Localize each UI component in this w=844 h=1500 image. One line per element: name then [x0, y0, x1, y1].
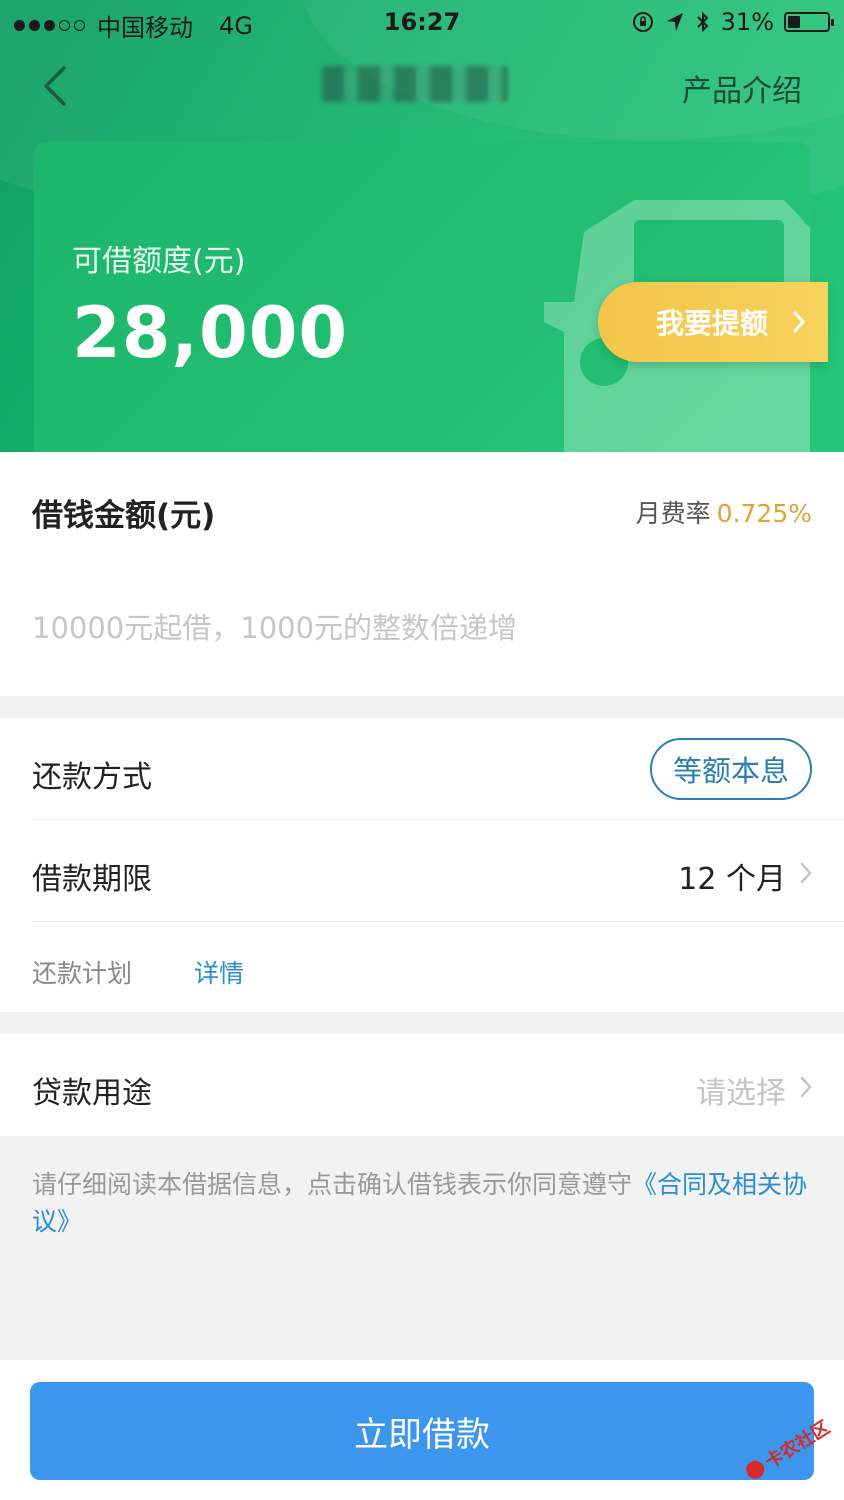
monthly-rate-value: 0.725% [716, 499, 812, 528]
repayment-plan-row: 还款计划 详情 [32, 922, 844, 1012]
rotation-lock-icon [632, 12, 653, 32]
borrow-now-button[interactable]: 立即借款 [30, 1382, 814, 1480]
back-arrow-icon[interactable] [36, 62, 76, 110]
loan-amount-input[interactable] [32, 602, 812, 654]
repayment-plan-label: 还款计划 [32, 959, 133, 988]
chevron-right-icon [800, 862, 812, 884]
loan-amount-title: 借钱金额(元) [32, 498, 216, 534]
product-intro-link[interactable]: 产品介绍 [682, 66, 802, 110]
status-bar: 中国移动 4G 16:27 31% [0, 0, 844, 44]
agreement-text: 请仔细阅读本借据信息，点击确认借钱表示你同意遵守 [32, 1170, 633, 1199]
monthly-rate-label: 月费率 [635, 499, 711, 528]
chevron-right-icon [800, 1076, 812, 1098]
loan-term-row[interactable]: 借款期限 12 个月 [32, 820, 844, 922]
chevron-right-icon [793, 311, 805, 333]
battery-percent: 31% [720, 8, 774, 36]
agreement-notice: 请仔细阅读本借据信息，点击确认借钱表示你同意遵守《合同及相关协议》 [32, 1166, 812, 1240]
battery-icon [784, 12, 834, 32]
battery-fill [788, 16, 800, 28]
raise-limit-label: 我要提额 [656, 307, 769, 340]
bluetooth-icon [696, 11, 709, 33]
location-icon [666, 13, 683, 31]
repayment-plan-details-link[interactable]: 详情 [194, 954, 244, 990]
repayment-method-button[interactable]: 等额本息 [650, 738, 812, 800]
credit-limit-label: 可借额度(元) [72, 244, 246, 279]
loan-purpose-value: 请选择 [696, 1076, 786, 1111]
credit-limit-amount: 28,000 [72, 292, 349, 374]
repayment-method-label: 还款方式 [32, 760, 152, 795]
loan-term-label: 借款期限 [32, 862, 152, 897]
raise-limit-button[interactable]: 我要提额 [598, 282, 828, 362]
status-icons: 31% [631, 8, 834, 36]
page-title-redacted [322, 66, 508, 102]
repayment-method-row: 还款方式 等额本息 [32, 718, 844, 820]
loan-purpose-row[interactable]: 贷款用途 请选择 [0, 1034, 844, 1136]
loan-amount-section: 借钱金额(元) 月费率 0.725% [0, 452, 844, 696]
loan-term-value: 12 个月 [678, 862, 786, 897]
loan-purpose-label: 贷款用途 [32, 1076, 152, 1111]
footer: 立即借款 [0, 1360, 844, 1500]
header: 中国移动 4G 16:27 31% 产品介绍 可借额度(元) 28,000 我要… [0, 0, 844, 452]
monthly-rate: 月费率 0.725% [636, 494, 812, 530]
loan-options: 还款方式 等额本息 借款期限 12 个月 还款计划 详情 [0, 718, 844, 1012]
